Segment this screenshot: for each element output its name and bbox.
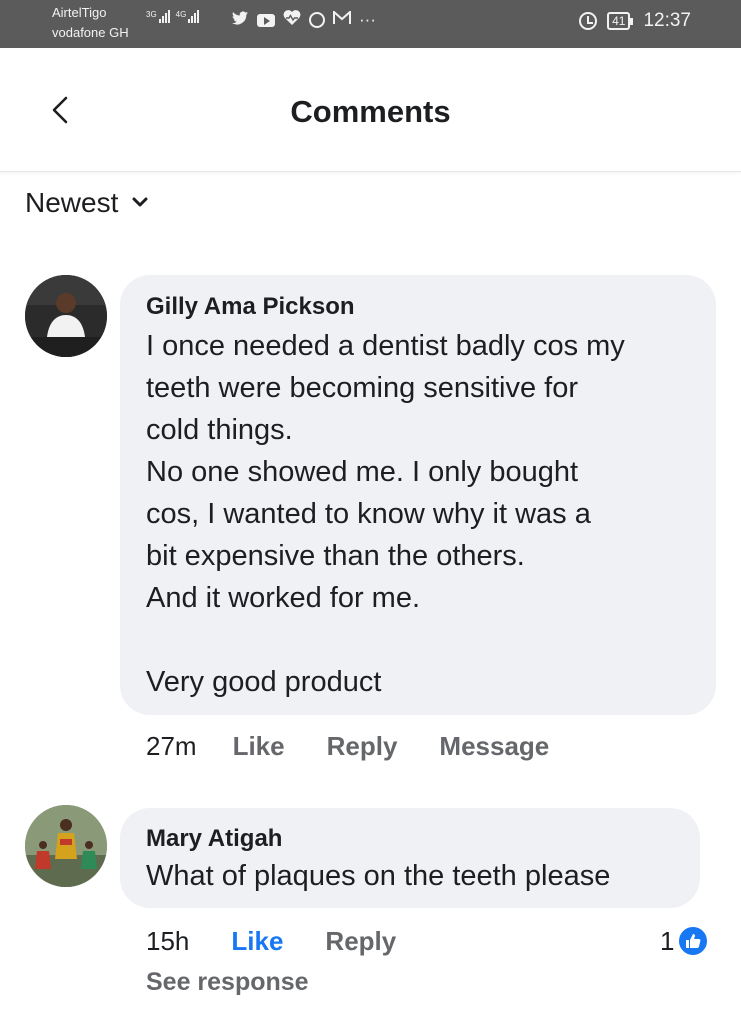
- status-right: 41 12:37: [579, 10, 691, 32]
- status-bar: AirtelTigo vodafone GH 3G 4G ··· 41 12:3: [0, 0, 741, 48]
- reply-button[interactable]: Reply: [325, 926, 396, 957]
- youtube-icon: [257, 13, 275, 27]
- clock-time: 12:37: [643, 10, 691, 31]
- comment-actions: 15h Like Reply: [146, 926, 396, 957]
- reaction-count[interactable]: 1: [660, 925, 710, 957]
- comment-text-line: Very good product: [146, 666, 382, 698]
- message-button[interactable]: Message: [439, 731, 549, 762]
- alarm-icon: [579, 12, 598, 30]
- thumbs-up-icon: [677, 925, 710, 957]
- comment-text-line: cold things.: [146, 414, 293, 446]
- battery-icon: 41: [607, 12, 634, 30]
- comment-text-line: teeth were becoming sensitive for: [146, 372, 578, 404]
- comment-author[interactable]: Gilly Ama Pickson: [146, 293, 355, 321]
- network-type-label: 4G: [175, 10, 187, 19]
- carrier-name-2: vodafone GH: [52, 25, 129, 40]
- see-response-link[interactable]: See response: [146, 968, 309, 997]
- signal-strength-icon: 3G: [146, 10, 170, 23]
- sort-dropdown[interactable]: Newest: [25, 187, 148, 219]
- comment-author[interactable]: Mary Atigah: [146, 825, 282, 853]
- comment-timestamp[interactable]: 15h: [146, 926, 189, 957]
- notification-icons: ···: [232, 9, 376, 30]
- like-button[interactable]: Like: [231, 926, 283, 957]
- heart-pulse-icon: [283, 10, 301, 30]
- comment-actions: 27m Like Reply Message: [146, 731, 549, 762]
- comment-bubble[interactable]: Mary Atigah What of plaques on the teeth…: [120, 808, 700, 908]
- comment-text-line: And it worked for me.: [146, 582, 420, 614]
- comment-timestamp[interactable]: 27m: [146, 731, 197, 762]
- avatar[interactable]: [25, 805, 107, 887]
- chevron-down-icon: [132, 197, 148, 207]
- comment-text-line: No one showed me. I only bought: [146, 456, 579, 488]
- signal-strength-icon: 4G: [176, 10, 200, 23]
- comment-bubble[interactable]: Gilly Ama Pickson I once needed a dentis…: [120, 275, 716, 715]
- gmail-icon: [333, 9, 351, 30]
- avatar[interactable]: [25, 275, 107, 357]
- signal-indicators: 3G 4G: [146, 10, 200, 23]
- top-app-bar: Comments: [0, 48, 741, 172]
- circle-icon: [309, 12, 325, 28]
- page-title: Comments: [290, 94, 451, 129]
- sort-label: Newest: [25, 187, 119, 218]
- reply-button[interactable]: Reply: [327, 731, 398, 762]
- carrier-name-1: AirtelTigo: [52, 5, 107, 20]
- more-icon: ···: [359, 10, 376, 29]
- twitter-icon: [232, 10, 249, 30]
- reaction-count-number: 1: [660, 925, 675, 956]
- network-type-label: 3G: [146, 10, 157, 19]
- comment-text-line: What of plaques on the teeth please: [146, 860, 611, 892]
- comment-text-line: bit expensive than the others.: [146, 540, 525, 572]
- comment-text-line: cos, I wanted to know why it was a: [146, 498, 591, 530]
- battery-level: 41: [607, 12, 631, 30]
- comment-text-line: I once needed a dentist badly cos my: [146, 330, 625, 362]
- like-button[interactable]: Like: [233, 731, 285, 762]
